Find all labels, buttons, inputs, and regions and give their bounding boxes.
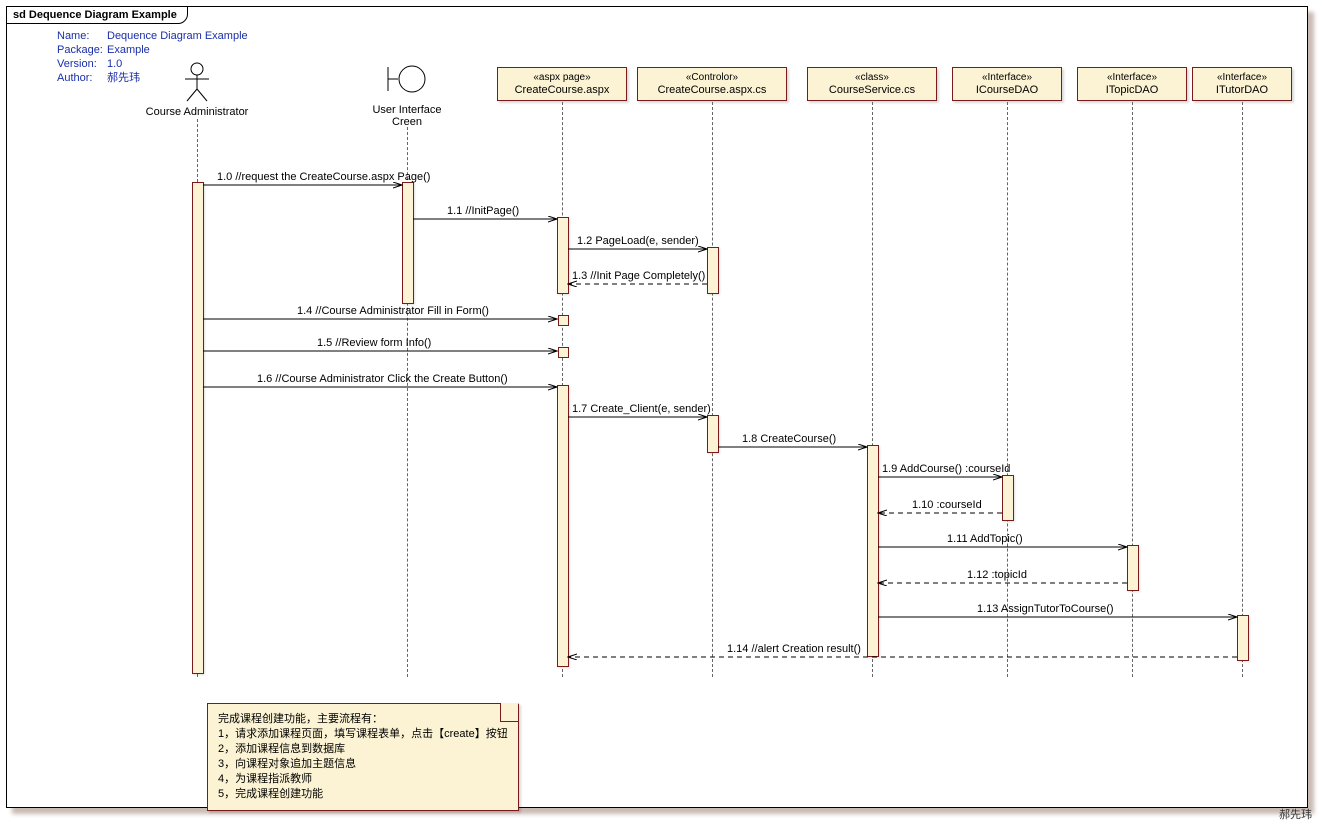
boundary-icon (384, 61, 430, 101)
msg-label: 1.7 Create_Client(e, sender) (572, 403, 711, 415)
activation-bar (867, 445, 879, 657)
msg-label: 1.11 AddTopic() (947, 533, 1023, 545)
activation-bar (1002, 475, 1014, 521)
activation-bar (557, 385, 569, 667)
note-line: 4，为课程指派教师 (218, 772, 508, 787)
msg-label: 1.13 AssignTutorToCourse() (977, 603, 1114, 615)
msg-label: 1.10 :courseId (912, 499, 982, 511)
note-title: 完成课程创建功能，主要流程有： (218, 712, 508, 727)
note-line: 2，添加课程信息到数据库 (218, 742, 508, 757)
diagram-canvas: sd Dequence Diagram Example Name:Dequenc… (0, 0, 1322, 826)
activation-bar (192, 182, 204, 674)
note-line: 3，向课程对象追加主题信息 (218, 757, 508, 772)
activation-bar (707, 247, 719, 294)
activation-small (558, 347, 569, 358)
lifeline-user-interface: User InterfaceCreen (337, 61, 477, 128)
lifeline-itopicdao: «Interface»ITopicDAO (1077, 67, 1187, 101)
msg-label: 1.2 PageLoad(e, sender) (577, 235, 699, 247)
actor-icon (177, 61, 217, 103)
activation-bar (557, 217, 569, 294)
lifeline-course-admin: Course Administrator (127, 61, 267, 118)
lifeline-dash (1242, 102, 1243, 677)
lifeline-label: Course Administrator (127, 106, 267, 118)
lifeline-icoursedao: «Interface»ICourseDAO (952, 67, 1062, 101)
msg-label: 1.14 //alert Creation result() (727, 643, 861, 655)
lifeline-createcourse-cs: «Controlor»CreateCourse.aspx.cs (637, 67, 787, 101)
sequence-frame: sd Dequence Diagram Example Name:Dequenc… (6, 6, 1308, 808)
activation-bar (1237, 615, 1249, 661)
lifeline-label: User InterfaceCreen (337, 104, 477, 128)
msg-label: 1.8 CreateCourse() (742, 433, 836, 445)
msg-label: 1.4 //Course Administrator Fill in Form(… (297, 305, 489, 317)
note-line: 5，完成课程创建功能 (218, 787, 508, 802)
msg-label: 1.0 //request the CreateCourse.aspx Page… (217, 171, 430, 183)
signature-text: 郝先玮 (1279, 806, 1312, 822)
activation-bar (707, 415, 719, 453)
activation-bar (402, 182, 414, 304)
msg-label: 1.6 //Course Administrator Click the Cre… (257, 373, 508, 385)
msg-label: 1.9 AddCourse() :courseId (882, 463, 1010, 475)
activation-small (558, 315, 569, 326)
lifeline-courseservice: «class»CourseService.cs (807, 67, 937, 101)
lifeline-dash (712, 102, 713, 677)
lifeline-createcourse-aspx: «aspx page»CreateCourse.aspx (497, 67, 627, 101)
msg-label: 1.5 //Review form Info() (317, 337, 431, 349)
frame-tab: sd Dequence Diagram Example (6, 6, 188, 24)
note-fold-icon (500, 703, 519, 722)
msg-label: 1.12 :topicId (967, 569, 1027, 581)
diagram-note: 完成课程创建功能，主要流程有： 1，请求添加课程页面，填写课程表单，点击【cre… (207, 703, 519, 811)
msg-label: 1.1 //InitPage() (447, 205, 519, 217)
msg-label: 1.3 //Init Page Completely() (572, 270, 705, 282)
lifeline-dash (1007, 102, 1008, 677)
note-line: 1，请求添加课程页面，填写课程表单，点击【create】按钮 (218, 727, 508, 742)
activation-bar (1127, 545, 1139, 591)
lifeline-itutordao: «Interface»ITutorDAO (1192, 67, 1292, 101)
